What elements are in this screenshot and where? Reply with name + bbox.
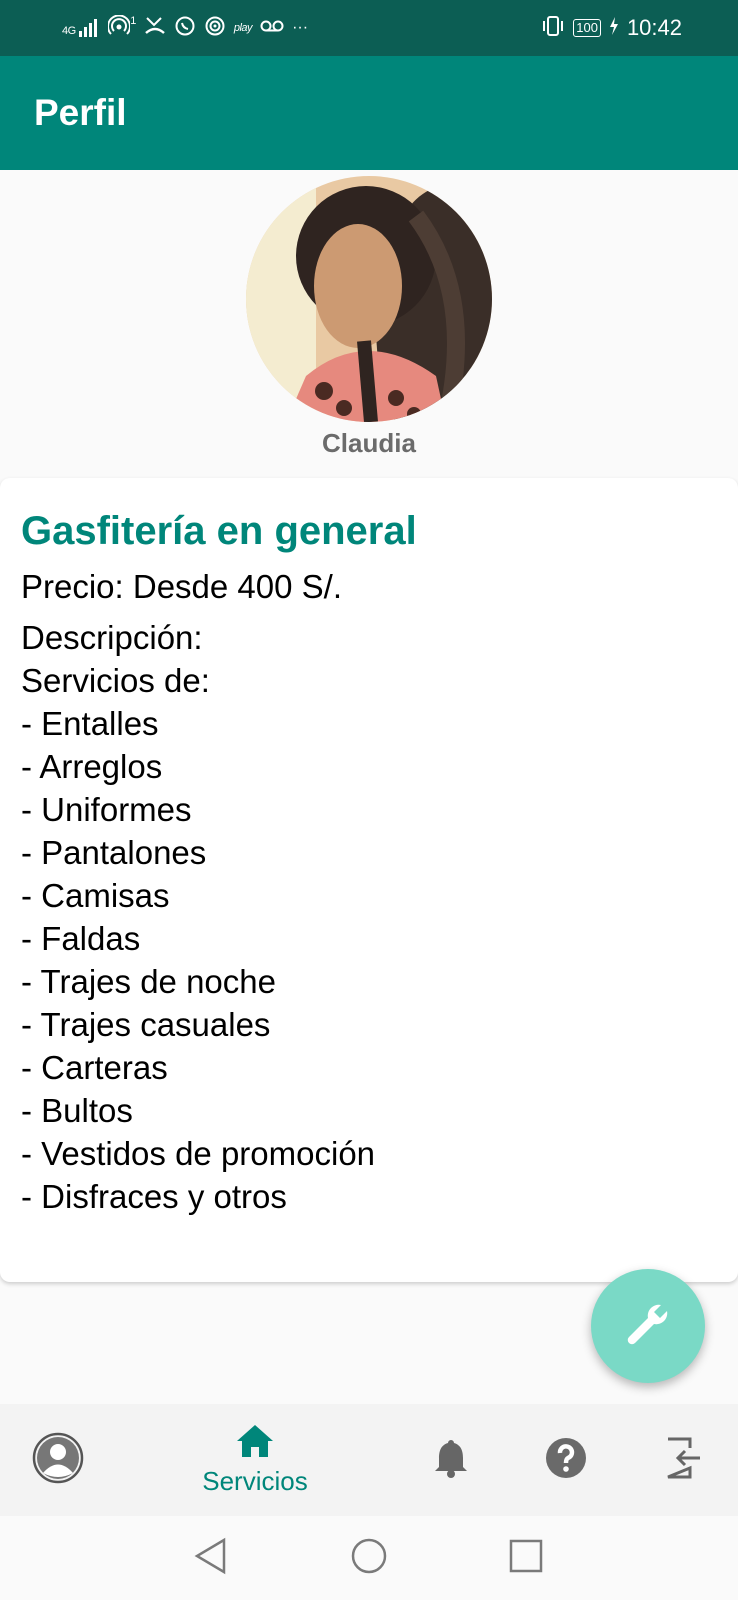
4G-signal-icon: 4G [62,19,100,37]
page-title: Perfil [34,92,127,133]
bell-icon [433,1438,469,1483]
status-icons-right: 100 10:42 [541,15,682,41]
status-icons-left: 4G 1 play ··· [62,14,309,41]
logout-icon [664,1436,704,1485]
service-card: Gasfitería en general Precio: Desde 400 … [0,478,738,1282]
profile-icon [32,1432,84,1489]
bottom-navigation: Servicios [0,1404,738,1516]
service-title: Gasfitería en general [21,509,417,553]
voicemail-icon [260,19,284,37]
whatsapp-icon [174,15,196,41]
system-navigation-bar [0,1516,738,1600]
battery-icon: 100 [573,19,601,37]
missed-call-icon [144,16,166,40]
edit-services-fab[interactable] [591,1269,705,1383]
hotspot-icon [204,15,226,41]
more-icon: ··· [292,19,309,36]
hotspot-icon [107,14,132,41]
home-circle-icon[interactable] [350,1536,388,1581]
vibrate-icon [541,15,565,41]
nav-item-logout[interactable] [659,1404,709,1516]
profile-name: Claudia [322,428,416,458]
nav-item-profile[interactable] [26,1404,90,1516]
nav-item-servicios[interactable]: Servicios [186,1404,324,1516]
status-bar: 4G 1 play ··· 100 10:42 [0,0,738,56]
charging-icon [609,17,619,39]
nav-item-help[interactable] [541,1404,591,1516]
wrench-icon [623,1299,673,1354]
play-icon: play [233,21,253,34]
service-price: Precio: Desde 400 S/. [21,568,343,605]
clock: 10:42 [626,15,682,40]
nav-item-notifications[interactable] [426,1404,476,1516]
profile-avatar[interactable] [246,176,492,422]
home-icon [235,1423,275,1464]
hotspot-count: 1 [130,14,136,27]
recents-icon[interactable] [508,1536,544,1581]
app-bar: Perfil [0,56,738,170]
back-icon[interactable] [192,1536,228,1581]
help-icon [545,1437,587,1484]
nav-label-servicios: Servicios [202,1466,308,1496]
service-description: Descripción: Servicios de: - Entalles - … [21,619,376,1215]
